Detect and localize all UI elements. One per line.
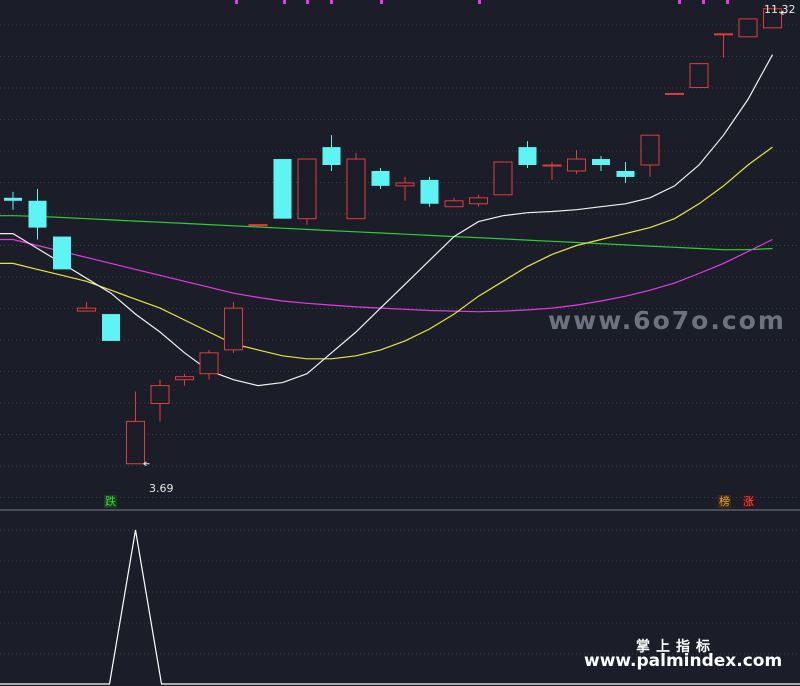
candle-body — [714, 33, 733, 36]
candle — [714, 33, 733, 58]
ma60-line — [0, 215, 773, 251]
candle — [199, 349, 219, 380]
candle-body — [175, 376, 194, 381]
candle — [665, 92, 684, 95]
candle — [53, 236, 71, 270]
candle-body — [542, 164, 562, 167]
candle-body — [28, 200, 47, 228]
candle-body — [493, 161, 513, 196]
top-tick — [235, 0, 238, 4]
low-price-label: 3.69 — [149, 482, 174, 495]
candle-body — [395, 182, 415, 187]
candle — [420, 176, 439, 207]
candle — [469, 194, 488, 207]
candle-body — [126, 420, 145, 465]
candle-body — [616, 170, 635, 177]
top-tick — [306, 0, 309, 4]
candle-body — [346, 158, 366, 220]
candle — [738, 18, 758, 38]
candle — [616, 162, 635, 183]
candle — [346, 153, 366, 220]
candle-body — [224, 307, 243, 351]
candle-body — [273, 159, 292, 219]
candle-body — [665, 92, 684, 95]
candlesticks — [4, 8, 782, 465]
candle — [126, 391, 145, 465]
candle-body — [469, 197, 488, 205]
watermark-brand-url: www.palmindex.com — [584, 651, 783, 671]
candle — [297, 158, 317, 225]
chart-canvas — [0, 0, 800, 685]
candle-body — [738, 18, 758, 38]
candle — [493, 161, 513, 196]
fall-badge: 跌 — [104, 495, 117, 508]
candle — [77, 302, 96, 312]
candle — [175, 373, 194, 386]
candle-body — [297, 158, 317, 220]
candle-body — [150, 385, 170, 405]
candle-body — [248, 224, 268, 227]
candle-body — [53, 236, 71, 270]
rise-badge: 涨 — [742, 495, 755, 508]
candle-body — [199, 352, 219, 375]
top-tick — [678, 0, 681, 4]
candle — [567, 150, 586, 174]
candle — [273, 159, 292, 219]
candle-body — [420, 179, 439, 204]
candle — [4, 191, 22, 210]
candle-body — [322, 147, 341, 165]
top-tick — [726, 0, 729, 4]
list-badge: 榜 — [718, 495, 731, 508]
candle — [542, 162, 562, 180]
candle — [371, 167, 390, 189]
candle-body — [592, 159, 610, 165]
candle-body — [4, 197, 22, 201]
top-tick — [330, 0, 333, 4]
candle — [224, 302, 243, 353]
candle — [640, 134, 660, 177]
high-price-label: 11.32 — [764, 3, 796, 16]
candle-body — [689, 63, 709, 88]
candle — [28, 188, 47, 240]
top-tick — [702, 0, 705, 4]
candle-body — [371, 170, 390, 186]
candle — [150, 379, 170, 422]
ma20-line — [0, 238, 773, 313]
candle-body — [518, 147, 537, 165]
candle — [444, 197, 464, 208]
candle-body — [567, 158, 586, 172]
candle-body — [640, 134, 660, 166]
top-tick — [478, 0, 481, 4]
candle-body — [77, 307, 96, 312]
candle-body — [444, 200, 464, 208]
candle — [102, 314, 120, 341]
candle — [518, 141, 537, 168]
top-tick-marks — [235, 0, 729, 4]
candle — [689, 63, 709, 88]
candle — [592, 156, 610, 171]
candle — [395, 176, 415, 201]
top-tick — [380, 0, 383, 4]
candle-body — [102, 314, 120, 341]
candle — [322, 135, 341, 171]
watermark-center: www.6o7o.com — [548, 306, 786, 335]
top-tick — [283, 0, 286, 4]
